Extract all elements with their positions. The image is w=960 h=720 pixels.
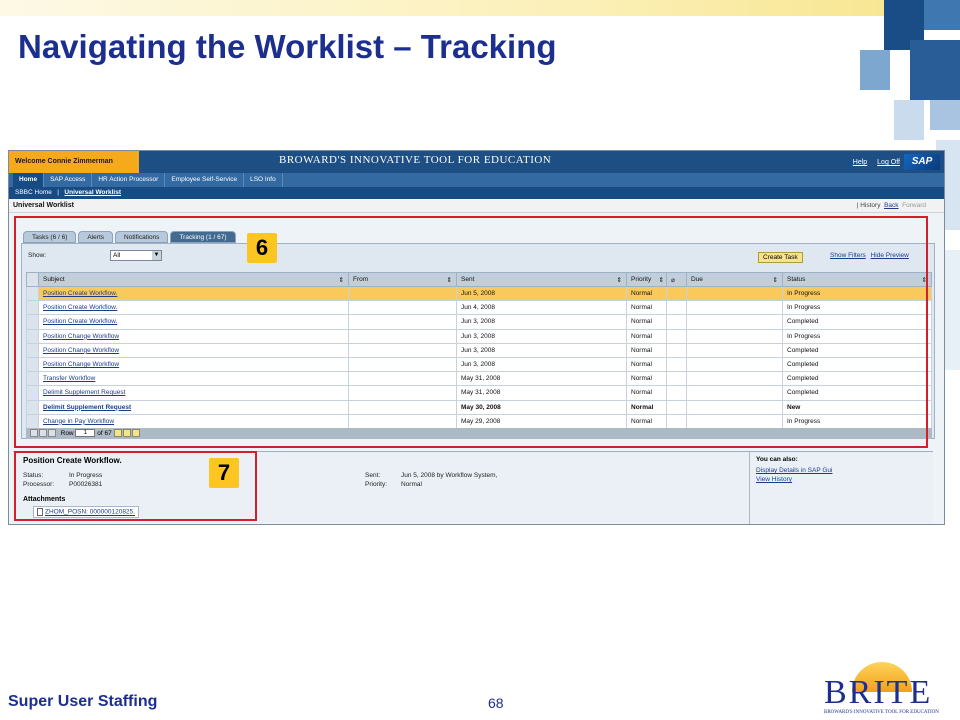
brite-brand: BROWARD'S INNOVATIVE TOOL FOR EDUCATION [279, 154, 552, 166]
logo-tagline: BROWARD'S INNOVATIVE TOOL FOR EDUCATION [824, 710, 939, 715]
page-title-bar: Universal Worklist | History Back Forwar… [9, 199, 944, 213]
brite-logo: BRITE BROWARD'S INNOVATIVE TOOL FOR EDUC… [820, 662, 952, 718]
header-links: Help Log Off [845, 159, 900, 166]
nav-tab-home[interactable]: Home [13, 173, 45, 187]
highlight-box-worklist [14, 216, 928, 448]
sent-label: Sent: [365, 472, 381, 479]
back-link[interactable]: Back [884, 202, 898, 209]
sent-value: Jun 5, 2008 by Workflow System, [401, 472, 498, 479]
nav-tab-lso-info[interactable]: LSO Info [244, 173, 283, 187]
callout-7: 7 [209, 458, 239, 488]
history-nav: | History Back Forward [856, 202, 926, 209]
subnav-sbbc-home[interactable]: SBBC Home [15, 189, 52, 196]
priority-value: Normal [401, 481, 422, 488]
you-can-also-label: You can also: [756, 456, 798, 463]
top-navigation: Home SAP Access HR Action Processor Empl… [9, 173, 944, 187]
welcome-message: Welcome Connie Zimmerman [9, 151, 139, 173]
top-gradient-band [0, 0, 960, 16]
subnav-separator: | [57, 189, 59, 196]
help-link[interactable]: Help [853, 159, 867, 166]
forward-link[interactable]: Forward [902, 202, 926, 209]
subnav-universal-worklist[interactable]: Universal Worklist [64, 189, 121, 196]
priority-label: Priority: [365, 481, 388, 488]
display-details-link[interactable]: Display Details in SAP Gui [756, 467, 927, 474]
logo-wordmark: BRITE [824, 674, 933, 711]
footer-title: Super User Staffing [8, 693, 158, 710]
sap-logo: SAP [904, 154, 940, 170]
portal-header: Welcome Connie Zimmerman BROWARD'S INNOV… [9, 151, 944, 173]
slide-title: Navigating the Worklist – Tracking [18, 28, 557, 65]
you-can-also-panel: You can also: Display Details in SAP Gui… [749, 452, 933, 524]
nav-tab-sap-access[interactable]: SAP Access [44, 173, 93, 187]
logoff-link[interactable]: Log Off [877, 159, 900, 166]
page-number: 68 [488, 695, 504, 711]
sub-navigation: SBBC Home | Universal Worklist [9, 187, 944, 199]
view-history-link[interactable]: View History [756, 476, 927, 483]
history-link[interactable]: History [860, 202, 880, 209]
nav-tab-hr-action-processor[interactable]: HR Action Processor [92, 173, 166, 187]
page-title: Universal Worklist [13, 202, 74, 209]
callout-6: 6 [247, 233, 277, 263]
nav-tab-employee-self-service[interactable]: Employee Self-Service [165, 173, 245, 187]
